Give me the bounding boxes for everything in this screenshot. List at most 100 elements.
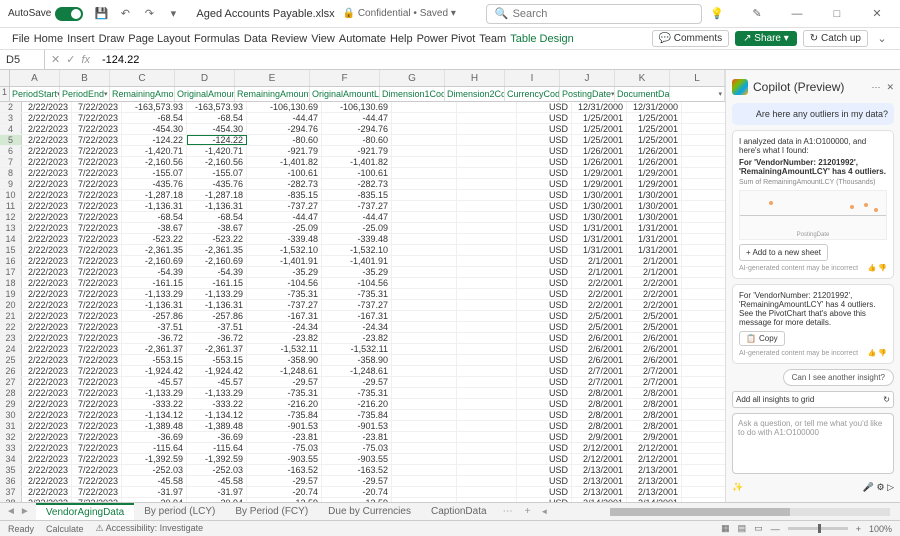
cell[interactable]: 7/22/2023 (72, 102, 122, 112)
row-number[interactable]: 6 (0, 146, 22, 156)
ribbon-tab-data[interactable]: Data (242, 31, 269, 47)
row-number[interactable]: 19 (0, 289, 22, 299)
ribbon-tab-home[interactable]: Home (32, 31, 65, 47)
ribbon-tab-help[interactable]: Help (388, 31, 415, 47)
maximize-icon[interactable]: □ (822, 4, 852, 24)
cell[interactable]: 2/14/2001 (627, 498, 682, 502)
cell[interactable]: -155.07 (187, 168, 247, 178)
cell[interactable]: -252.03 (122, 465, 187, 475)
row-number[interactable]: 4 (0, 124, 22, 134)
cell[interactable]: 2/9/2001 (627, 432, 682, 442)
cell[interactable]: -167.31 (322, 311, 392, 321)
cell[interactable]: -216.20 (247, 399, 322, 409)
cell[interactable]: 7/22/2023 (72, 322, 122, 332)
cell[interactable]: 7/22/2023 (72, 179, 122, 189)
cell[interactable]: -921.79 (247, 146, 322, 156)
cell[interactable]: 2/12/2001 (572, 454, 627, 464)
lightbulb-icon[interactable]: 💡 (702, 4, 732, 24)
cell[interactable]: -104.56 (322, 278, 392, 288)
ribbon-tab-power-pivot[interactable]: Power Pivot (415, 31, 478, 47)
cell[interactable]: 2/22/2023 (22, 113, 72, 123)
cell[interactable]: -2,361.37 (187, 344, 247, 354)
cell[interactable]: USD (517, 146, 572, 156)
cell[interactable]: -44.47 (322, 212, 392, 222)
cell[interactable]: -523.22 (122, 234, 187, 244)
cell[interactable]: 7/22/2023 (72, 267, 122, 277)
cell[interactable]: -1,392.59 (122, 454, 187, 464)
cell[interactable]: -68.54 (122, 212, 187, 222)
cell[interactable]: 2/8/2001 (627, 421, 682, 431)
cell[interactable]: 7/22/2023 (72, 124, 122, 134)
cell[interactable]: -124.22 (122, 135, 187, 145)
row-number[interactable]: 5 (0, 135, 22, 145)
autosave-toggle[interactable]: AutoSave (8, 7, 83, 21)
cell[interactable]: -921.79 (322, 146, 392, 156)
cell[interactable]: -835.15 (322, 190, 392, 200)
cell[interactable]: USD (517, 498, 572, 502)
cell[interactable]: -20.74 (247, 487, 322, 497)
cell[interactable]: 1/31/2001 (627, 223, 682, 233)
refresh-icon[interactable]: ↻ (883, 395, 890, 404)
column-header[interactable]: H (445, 70, 505, 86)
ribbon-tab-formulas[interactable]: Formulas (192, 31, 242, 47)
cell[interactable] (457, 267, 517, 277)
thumbs-down-icon[interactable]: 👎 (878, 350, 887, 357)
cell[interactable]: 1/29/2001 (572, 168, 627, 178)
cell[interactable] (392, 179, 457, 189)
table-header-Dimension2Code[interactable]: Dimension2Code▾ (445, 87, 505, 101)
cell[interactable]: -75.03 (247, 443, 322, 453)
cell[interactable]: USD (517, 465, 572, 475)
row-number[interactable]: 33 (0, 443, 22, 453)
cell[interactable]: -29.57 (247, 476, 322, 486)
column-header[interactable]: C (110, 70, 175, 86)
cell[interactable]: 2/6/2001 (627, 344, 682, 354)
cell[interactable]: -735.84 (247, 410, 322, 420)
cell[interactable] (457, 135, 517, 145)
cell[interactable]: 7/22/2023 (72, 201, 122, 211)
sheet-tab-vendoragingdata[interactable]: VendorAgingData (36, 503, 134, 520)
cell[interactable]: 7/22/2023 (72, 245, 122, 255)
cell[interactable]: 1/30/2001 (572, 190, 627, 200)
cell[interactable]: USD (517, 234, 572, 244)
thumbs-up-icon[interactable]: 👍 (868, 265, 877, 272)
table-header-DocumentDate[interactable]: DocumentDate▾ (615, 87, 670, 101)
cell[interactable]: 1/26/2001 (572, 146, 627, 156)
view-layout-icon[interactable]: ▤ (738, 523, 747, 534)
close-icon[interactable]: ✕ (862, 4, 892, 24)
cell[interactable]: -31.97 (187, 487, 247, 497)
cell[interactable]: 2/22/2023 (22, 212, 72, 222)
cell[interactable]: -54.39 (187, 267, 247, 277)
cell[interactable]: -75.03 (322, 443, 392, 453)
cell[interactable]: 2/22/2023 (22, 179, 72, 189)
cell[interactable]: -45.58 (122, 476, 187, 486)
cell[interactable]: -1,133.29 (122, 388, 187, 398)
cell[interactable]: USD (517, 311, 572, 321)
cell[interactable]: -1,134.12 (122, 410, 187, 420)
cell[interactable]: 2/22/2023 (22, 465, 72, 475)
cell[interactable]: 2/5/2001 (572, 311, 627, 321)
name-box[interactable]: D5 (0, 50, 45, 69)
row-number[interactable]: 32 (0, 432, 22, 442)
cell[interactable]: USD (517, 366, 572, 376)
row-number[interactable]: 11 (0, 201, 22, 211)
cell[interactable]: -1,401.91 (247, 256, 322, 266)
copy-button[interactable]: 📋 Copy (739, 331, 785, 346)
column-header[interactable]: G (380, 70, 445, 86)
cell[interactable] (457, 432, 517, 442)
cell[interactable]: -155.07 (122, 168, 187, 178)
cell[interactable]: -80.60 (247, 135, 322, 145)
cell[interactable]: 2/2/2001 (572, 289, 627, 299)
row-number[interactable]: 37 (0, 487, 22, 497)
cell[interactable] (392, 487, 457, 497)
cell[interactable]: -1,248.61 (322, 366, 392, 376)
cell[interactable]: 2/22/2023 (22, 168, 72, 178)
cell[interactable]: -2,160.69 (122, 256, 187, 266)
cell[interactable]: -901.53 (247, 421, 322, 431)
cell[interactable]: USD (517, 421, 572, 431)
cell[interactable]: -23.81 (247, 432, 322, 442)
cell[interactable]: 2/5/2001 (627, 322, 682, 332)
cell[interactable]: USD (517, 157, 572, 167)
cell[interactable]: -106,130.69 (247, 102, 322, 112)
zoom-in-icon[interactable]: + (856, 524, 861, 534)
cell[interactable]: -454.30 (122, 124, 187, 134)
